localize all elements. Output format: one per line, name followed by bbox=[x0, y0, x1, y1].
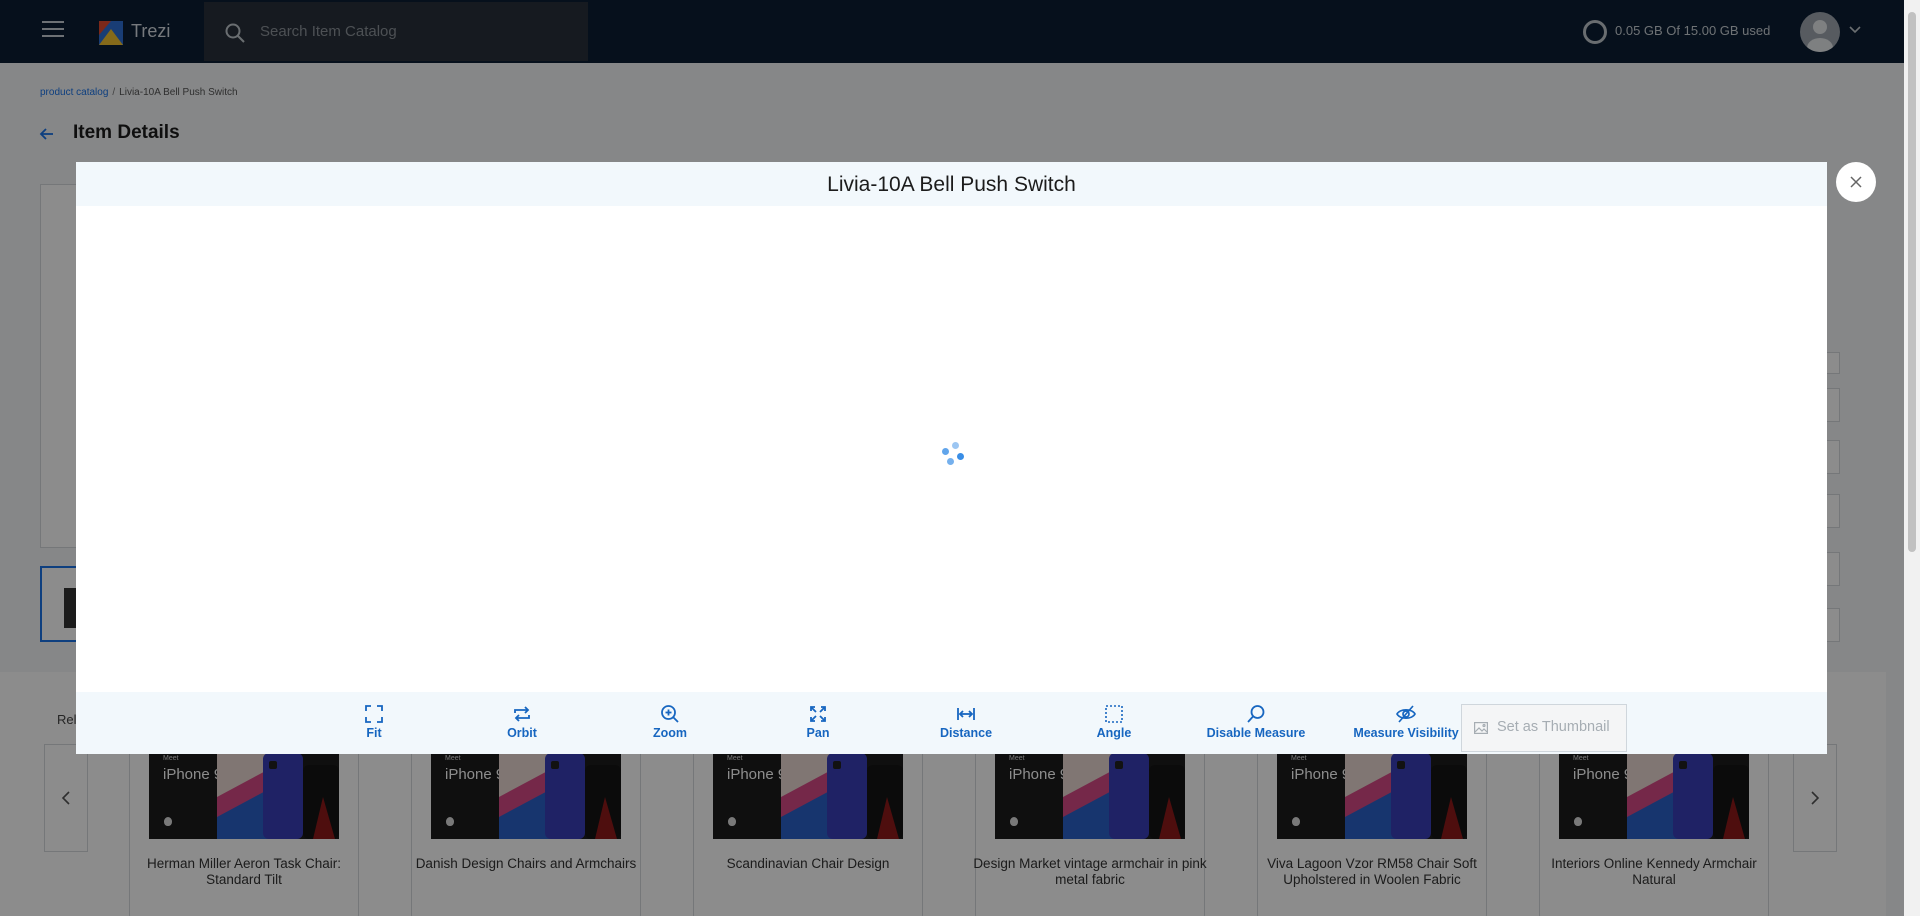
loading-spinner-icon bbox=[940, 442, 966, 468]
distance-button[interactable]: Distance bbox=[926, 700, 1006, 740]
zoom-icon bbox=[661, 705, 679, 723]
set-as-thumbnail-label: Set as Thumbnail bbox=[1497, 719, 1610, 735]
angle-button[interactable]: Angle bbox=[1078, 700, 1150, 740]
disable-measure-button[interactable]: Disable Measure bbox=[1186, 700, 1326, 740]
viewer-toolbar: Fit Orbit Zoom Pan Distance Angle Disabl… bbox=[76, 692, 1827, 754]
modal-header: Livia-10A Bell Push Switch bbox=[76, 162, 1827, 206]
pan-button[interactable]: Pan bbox=[782, 700, 854, 740]
measure-icon bbox=[1247, 705, 1265, 723]
image-icon bbox=[1474, 722, 1488, 734]
zoom-button[interactable]: Zoom bbox=[634, 700, 706, 740]
modal-close-button[interactable] bbox=[1836, 162, 1876, 202]
fit-button[interactable]: Fit bbox=[338, 700, 410, 740]
modal-title: Livia-10A Bell Push Switch bbox=[827, 173, 1076, 196]
orbit-icon bbox=[514, 706, 530, 722]
page-scrollbar[interactable] bbox=[1904, 0, 1920, 916]
pan-icon bbox=[810, 706, 826, 722]
distance-icon bbox=[957, 708, 975, 720]
set-as-thumbnail-button[interactable]: Set as Thumbnail bbox=[1461, 704, 1627, 752]
measure-visibility-button[interactable]: Measure Visibility bbox=[1330, 700, 1482, 740]
close-icon bbox=[1850, 176, 1862, 188]
angle-icon bbox=[1105, 705, 1123, 723]
model-viewer-modal: Livia-10A Bell Push Switch Fit Orbit Zoo… bbox=[76, 162, 1827, 754]
fit-icon bbox=[365, 705, 383, 723]
orbit-button[interactable]: Orbit bbox=[486, 700, 558, 740]
eye-slash-icon bbox=[1396, 705, 1416, 723]
